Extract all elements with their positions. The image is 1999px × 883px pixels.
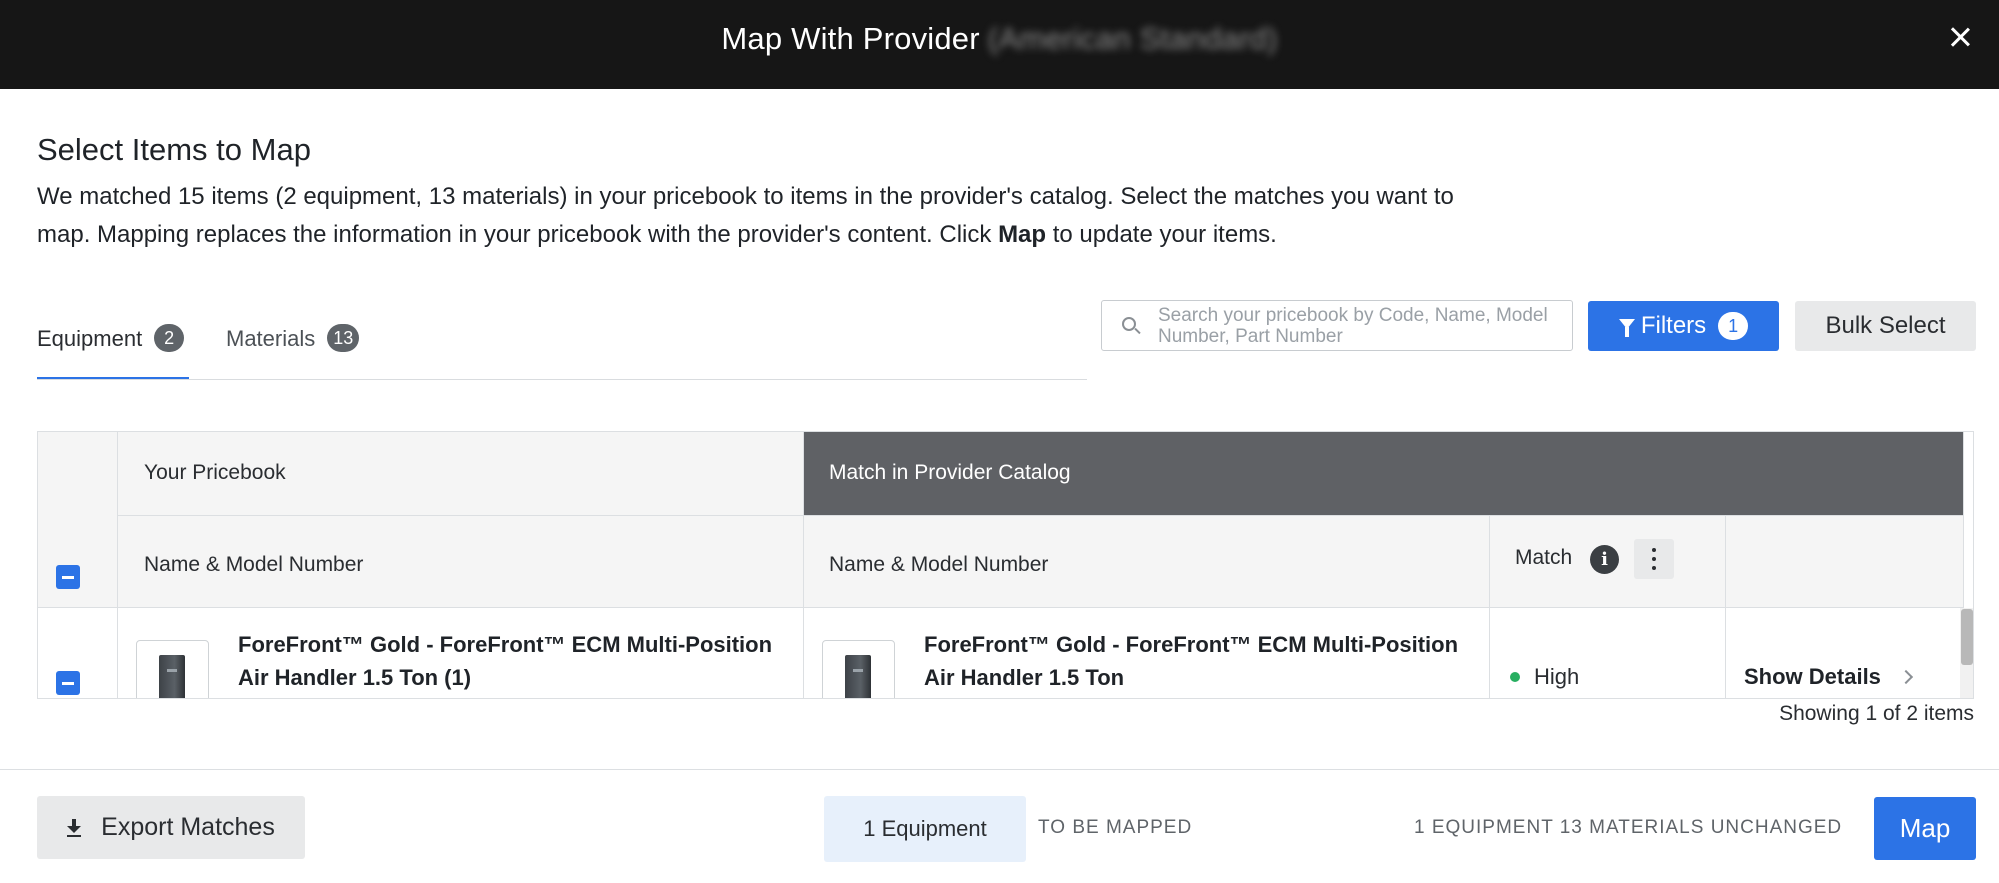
column-match-label: Match — [1515, 546, 1573, 569]
unchanged-summary: 1 EQUIPMENT 13 MATERIALS UNCHANGED — [1414, 817, 1843, 838]
table-scrollbar[interactable] — [1961, 609, 1973, 665]
export-matches-label: Export Matches — [101, 813, 275, 841]
pricebook-item-name: ForeFront™ Gold - ForeFront™ ECM Multi-P… — [238, 632, 773, 690]
map-button[interactable]: Map — [1874, 797, 1976, 860]
pricebook-search-input[interactable]: Search your pricebook by Code, Name, Mod… — [1101, 300, 1573, 351]
provider-item-name: ForeFront™ Gold - ForeFront™ ECM Multi-P… — [924, 632, 1459, 690]
select-all-checkbox[interactable] — [56, 565, 80, 589]
footer-divider — [0, 769, 1999, 770]
equipment-to-map-count: 1 Equipment — [824, 796, 1026, 862]
column-header-match: Match i — [1490, 516, 1726, 608]
column-pricebook-name-label: Name & Model Number — [144, 553, 364, 576]
tabs-divider — [37, 379, 1087, 380]
filters-label: Filters — [1640, 312, 1707, 339]
filter-icon — [1618, 319, 1635, 337]
to-be-mapped-label: TO BE MAPPED — [1038, 817, 1193, 838]
match-cell: High — [1490, 608, 1726, 698]
info-icon[interactable]: i — [1590, 545, 1619, 574]
column-options-kebab-icon[interactable] — [1634, 539, 1674, 579]
pricebook-item-cell: ForeFront™ Gold - ForeFront™ ECM Multi-P… — [118, 608, 804, 698]
intro-description: We matched 15 items (2 equipment, 13 mat… — [37, 178, 1497, 254]
provider-item-image — [822, 640, 895, 698]
bulk-select-button[interactable]: Bulk Select — [1795, 301, 1976, 351]
modal-header: Map With Provider (American Standard) — [0, 0, 1999, 89]
row-checkbox-cell — [38, 608, 118, 698]
match-level-text: High — [1534, 664, 1580, 689]
details-cell: Show Details — [1726, 608, 1964, 698]
group-header-pricebook-label: Your Pricebook — [144, 461, 286, 484]
match-status-dot-icon — [1510, 672, 1520, 682]
desc-bold-map: Map — [998, 221, 1047, 248]
section-heading: Select Items to Map — [37, 132, 311, 167]
close-icon[interactable] — [1945, 22, 1975, 52]
row-select-checkbox[interactable] — [56, 671, 80, 695]
download-icon — [67, 818, 82, 837]
group-header-pricebook: Your Pricebook — [118, 432, 804, 516]
tab-equipment-count: 2 — [154, 324, 185, 352]
modal-title-text: Map With Provider — [721, 21, 980, 56]
filters-button[interactable]: Filters 1 — [1588, 301, 1779, 351]
column-header-pricebook-name: Name & Model Number — [118, 516, 804, 608]
map-with-provider-modal: Map With Provider (American Standard) Sel… — [0, 0, 1999, 883]
match-level: High — [1510, 664, 1579, 690]
search-placeholder: Search your pricebook by Code, Name, Mod… — [1158, 305, 1548, 347]
chevron-right-icon — [1898, 669, 1913, 685]
tab-materials[interactable]: Materials 13 — [226, 310, 386, 380]
export-matches-button[interactable]: Export Matches — [37, 796, 305, 859]
column-header-provider-name: Name & Model Number — [804, 516, 1490, 608]
matches-table: Your Pricebook Match in Provider Catalog… — [37, 431, 1974, 699]
pricebook-item-image — [136, 640, 209, 698]
tab-materials-count: 13 — [327, 324, 360, 352]
provider-name-blurred: (American Standard) — [987, 21, 1278, 56]
select-all-header — [38, 432, 118, 608]
tab-materials-label: Materials — [226, 326, 316, 351]
modal-title: Map With Provider (American Standard) — [0, 21, 1999, 57]
column-header-details — [1726, 516, 1964, 608]
column-provider-name-label: Name & Model Number — [829, 553, 1049, 576]
search-icon — [1122, 317, 1136, 331]
tab-equipment-label: Equipment — [37, 326, 143, 351]
desc-part2: to update your items. — [1046, 221, 1277, 248]
filters-count-badge: 1 — [1718, 312, 1749, 340]
pagination-summary: Showing 1 of 2 items — [1779, 702, 1974, 725]
provider-item-cell: ForeFront™ Gold - ForeFront™ ECM Multi-P… — [804, 608, 1490, 698]
show-details-label: Show Details — [1744, 664, 1881, 689]
group-header-provider: Match in Provider Catalog — [804, 432, 1964, 516]
tab-equipment[interactable]: Equipment 2 — [37, 310, 189, 380]
group-header-provider-label: Match in Provider Catalog — [829, 461, 1071, 484]
show-details-link[interactable]: Show Details — [1744, 664, 1913, 690]
